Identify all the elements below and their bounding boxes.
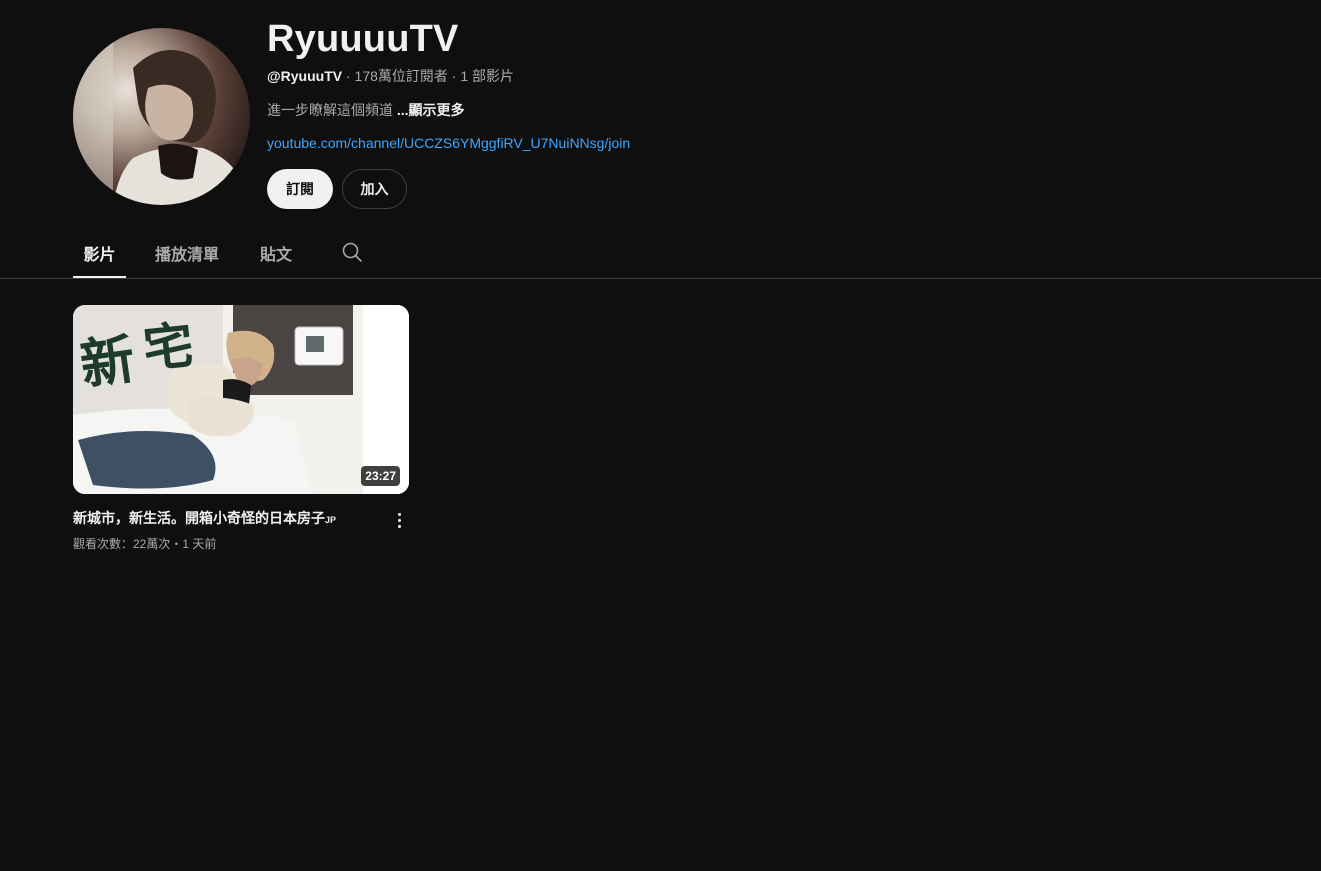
- channel-stats: @RyuuuTV · 178萬位訂閱者 · 1 部影片: [267, 66, 630, 86]
- channel-join-link[interactable]: youtube.com/channel/UCCZS6YMggfiRV_U7Nui…: [267, 133, 630, 153]
- show-more-link[interactable]: ...顯示更多: [397, 102, 465, 118]
- search-icon[interactable]: [340, 240, 364, 264]
- more-actions-icon[interactable]: [391, 510, 407, 530]
- channel-stats-text: · 178萬位訂閱者 · 1 部影片: [342, 68, 515, 84]
- channel-avatar[interactable]: [73, 28, 250, 205]
- channel-tabs: 影片 播放清單 貼文: [73, 232, 364, 278]
- video-title-text: 新城市，新生活。開箱小奇怪的日本房子: [73, 510, 325, 526]
- video-thumbnail[interactable]: 新 宅 23:27: [73, 305, 409, 494]
- join-button[interactable]: 加入: [342, 169, 407, 209]
- channel-header: RyuuuuTV @RyuuuTV · 178萬位訂閱者 · 1 部影片 進一步…: [73, 20, 630, 209]
- video-duration-badge: 23:27: [361, 466, 400, 486]
- channel-name: RyuuuuTV: [267, 18, 459, 60]
- thumbnail-text-2: 宅: [140, 317, 196, 378]
- video-card: 新 宅 23:27 新城市，新生活。開箱小奇怪的日本房子JP 觀看次數：22萬次…: [73, 305, 409, 558]
- tab-posts[interactable]: 貼文: [258, 232, 294, 278]
- video-meta: 觀看次數：22萬次・1 天前: [73, 537, 217, 551]
- subscribe-button[interactable]: 訂閱: [267, 169, 333, 209]
- thumbnail-image: 新 宅: [73, 305, 409, 494]
- channel-page: RyuuuuTV @RyuuuTV · 178萬位訂閱者 · 1 部影片 進一步…: [0, 0, 1321, 871]
- channel-description[interactable]: 進一步瞭解這個頻道 ...顯示更多: [267, 100, 630, 120]
- channel-handle: @RyuuuTV: [267, 68, 343, 84]
- description-text: 進一步瞭解這個頻道: [267, 102, 397, 118]
- tab-videos[interactable]: 影片: [73, 232, 126, 278]
- tabs-divider: [0, 278, 1321, 279]
- channel-meta: RyuuuuTV @RyuuuTV · 178萬位訂閱者 · 1 部影片 進一步…: [267, 20, 630, 209]
- video-title[interactable]: 新城市，新生活。開箱小奇怪的日本房子JP: [73, 508, 373, 530]
- tab-playlists[interactable]: 播放清單: [152, 232, 222, 278]
- thumbnail-text-1: 新: [77, 329, 139, 396]
- avatar-portrait: [73, 28, 250, 205]
- video-title-suffix: JP: [325, 515, 337, 525]
- channel-actions: 訂閱 加入: [267, 169, 630, 209]
- video-details: 新城市，新生活。開箱小奇怪的日本房子JP 觀看次數：22萬次・1 天前: [73, 508, 409, 558]
